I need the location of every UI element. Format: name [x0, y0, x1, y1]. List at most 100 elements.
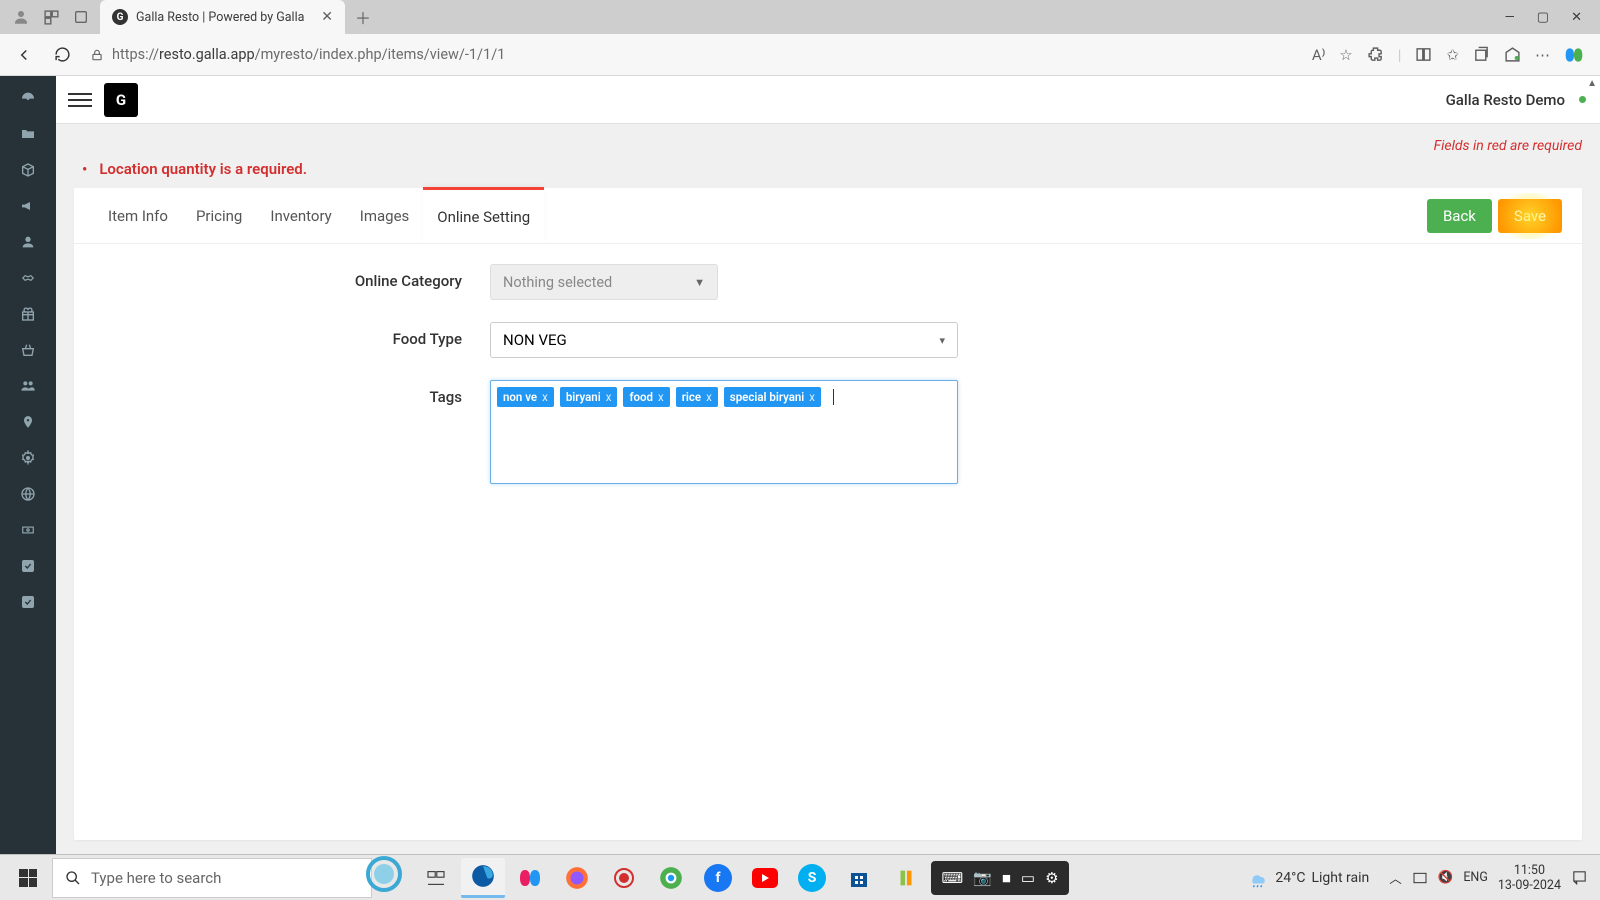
tab-item-info[interactable]: Item Info — [94, 188, 182, 244]
keyboard-icon[interactable]: ⌨ — [941, 869, 963, 887]
task-view-icon[interactable] — [414, 858, 458, 898]
weather-widget[interactable]: 24°C Light rain — [1247, 867, 1369, 889]
gear-icon[interactable] — [18, 448, 38, 468]
tab-inventory[interactable]: Inventory — [256, 188, 345, 244]
copilot-app-icon[interactable] — [508, 858, 552, 898]
dashboard-icon[interactable] — [18, 88, 38, 108]
tag-remove-icon[interactable]: x — [809, 390, 815, 404]
handshake-icon[interactable] — [18, 268, 38, 288]
scrollbar-up-icon[interactable]: ▲ — [1587, 78, 1597, 89]
tab-pricing[interactable]: Pricing — [182, 188, 256, 244]
app-icon[interactable] — [884, 858, 928, 898]
input-icon[interactable] — [1412, 870, 1428, 886]
online-category-select[interactable]: Nothing selected ▼ — [490, 264, 718, 300]
clock[interactable]: 11:50 13-09-2024 — [1498, 863, 1561, 893]
brand-logo[interactable]: G — [104, 83, 138, 117]
lock-icon — [90, 48, 104, 62]
camera-icon[interactable]: 📷 — [973, 869, 992, 887]
save-button[interactable]: Save — [1498, 199, 1562, 233]
tag-chip[interactable]: ricex — [676, 387, 718, 407]
tag-remove-icon[interactable]: x — [606, 390, 612, 404]
record-icon[interactable] — [602, 858, 646, 898]
split-screen-icon[interactable] — [1415, 46, 1432, 63]
gift-icon[interactable] — [18, 304, 38, 324]
check2-icon[interactable] — [18, 592, 38, 612]
basket-icon[interactable] — [18, 340, 38, 360]
tag-chip[interactable]: special biryanix — [724, 387, 821, 407]
favorites-list-icon[interactable]: ✩ — [1446, 46, 1459, 64]
window-icon[interactable]: ▭ — [1021, 869, 1035, 887]
user-name[interactable]: Galla Resto Demo — [1446, 91, 1579, 109]
check-icon[interactable] — [18, 556, 38, 576]
tag-remove-icon[interactable]: x — [542, 390, 548, 404]
text-cursor — [833, 389, 834, 405]
back-nav-icon[interactable] — [10, 41, 38, 69]
tags-input[interactable]: non vex biryanix foodx ricex special bir… — [490, 380, 958, 484]
tag-chip[interactable]: foodx — [623, 387, 669, 407]
tag-chip[interactable]: biryani x — [560, 387, 618, 407]
refresh-icon[interactable] — [48, 41, 76, 69]
taskbar-search[interactable]: Type here to search — [52, 858, 372, 898]
pin-icon[interactable] — [18, 412, 38, 432]
copilot-icon[interactable] — [1564, 45, 1584, 65]
profile-icon[interactable] — [6, 2, 36, 32]
video-icon[interactable]: ■ — [1002, 869, 1011, 887]
minimize-button[interactable]: — — [1505, 10, 1515, 25]
chrome-icon[interactable] — [649, 858, 693, 898]
facebook-icon[interactable]: f — [696, 858, 740, 898]
menu-toggle-icon[interactable] — [68, 88, 92, 112]
skype-icon[interactable]: S — [790, 858, 834, 898]
tab-online-setting[interactable]: Online Setting — [423, 187, 544, 243]
browser-tab[interactable]: G Galla Resto | Powered by Galla ✕ — [100, 0, 345, 34]
bullet-icon: • — [82, 160, 87, 178]
address-bar: https://resto.galla.app/myresto/index.ph… — [0, 34, 1600, 76]
megaphone-icon[interactable] — [18, 196, 38, 216]
tag-text: rice — [682, 390, 701, 404]
url-input[interactable]: https://resto.galla.app/myresto/index.ph… — [86, 46, 1302, 63]
box-icon[interactable] — [18, 160, 38, 180]
tag-remove-icon[interactable]: x — [658, 390, 664, 404]
cortana-icon[interactable] — [362, 852, 406, 896]
extensions-icon[interactable] — [1367, 46, 1384, 63]
weather-temp: 24°C — [1275, 870, 1305, 886]
tag-text: biryani — [566, 390, 601, 404]
tag-chip[interactable]: non vex — [497, 387, 554, 407]
collections-icon[interactable] — [1473, 46, 1490, 63]
close-window-button[interactable]: ✕ — [1571, 10, 1582, 25]
language-indicator[interactable]: ENG — [1463, 870, 1488, 885]
cash-icon[interactable] — [18, 520, 38, 540]
user-icon[interactable] — [18, 232, 38, 252]
notifications-icon[interactable] — [1571, 869, 1588, 886]
back-button[interactable]: Back — [1427, 199, 1492, 233]
more-icon[interactable]: ⋯ — [1535, 46, 1550, 64]
shopping-icon[interactable] — [1504, 46, 1521, 63]
edge-icon[interactable] — [461, 858, 505, 898]
tray-chevron-icon[interactable]: ︿ — [1389, 868, 1402, 887]
tag-remove-icon[interactable]: x — [706, 390, 712, 404]
youtube-icon[interactable] — [743, 858, 787, 898]
new-tab-button[interactable]: ＋ — [355, 5, 371, 29]
firefox-icon[interactable] — [555, 858, 599, 898]
store-icon[interactable] — [837, 858, 881, 898]
label-tags: Tags — [98, 380, 490, 406]
app-header: G Galla Resto Demo — [56, 76, 1600, 124]
food-type-select[interactable]: NON VEG ▾ — [490, 322, 958, 358]
windows-icon — [19, 869, 37, 887]
tab-actions-icon[interactable] — [66, 2, 96, 32]
volume-icon[interactable]: 🔇 — [1438, 870, 1454, 885]
folder-icon[interactable] — [18, 124, 38, 144]
tab-bar: Item Info Pricing Inventory Images Onlin… — [74, 188, 1582, 244]
globe-icon[interactable] — [18, 484, 38, 504]
tab-images[interactable]: Images — [346, 188, 424, 244]
start-button[interactable] — [4, 858, 52, 898]
workspaces-icon[interactable] — [36, 2, 66, 32]
close-tab-icon[interactable]: ✕ — [319, 7, 335, 27]
toolbar-capsule[interactable]: ⌨ 📷 ■ ▭ ⚙ — [978, 858, 1022, 898]
users-icon[interactable] — [18, 376, 38, 396]
read-aloud-icon[interactable]: A⁾ — [1312, 46, 1325, 64]
maximize-button[interactable]: ▢ — [1537, 10, 1549, 25]
settings-icon[interactable]: ⚙ — [1045, 869, 1058, 887]
food-type-value: NON VEG — [503, 331, 567, 349]
favorite-icon[interactable]: ☆ — [1339, 46, 1352, 64]
row-tags: Tags non vex biryanix foodx ricex specia… — [98, 380, 1558, 484]
